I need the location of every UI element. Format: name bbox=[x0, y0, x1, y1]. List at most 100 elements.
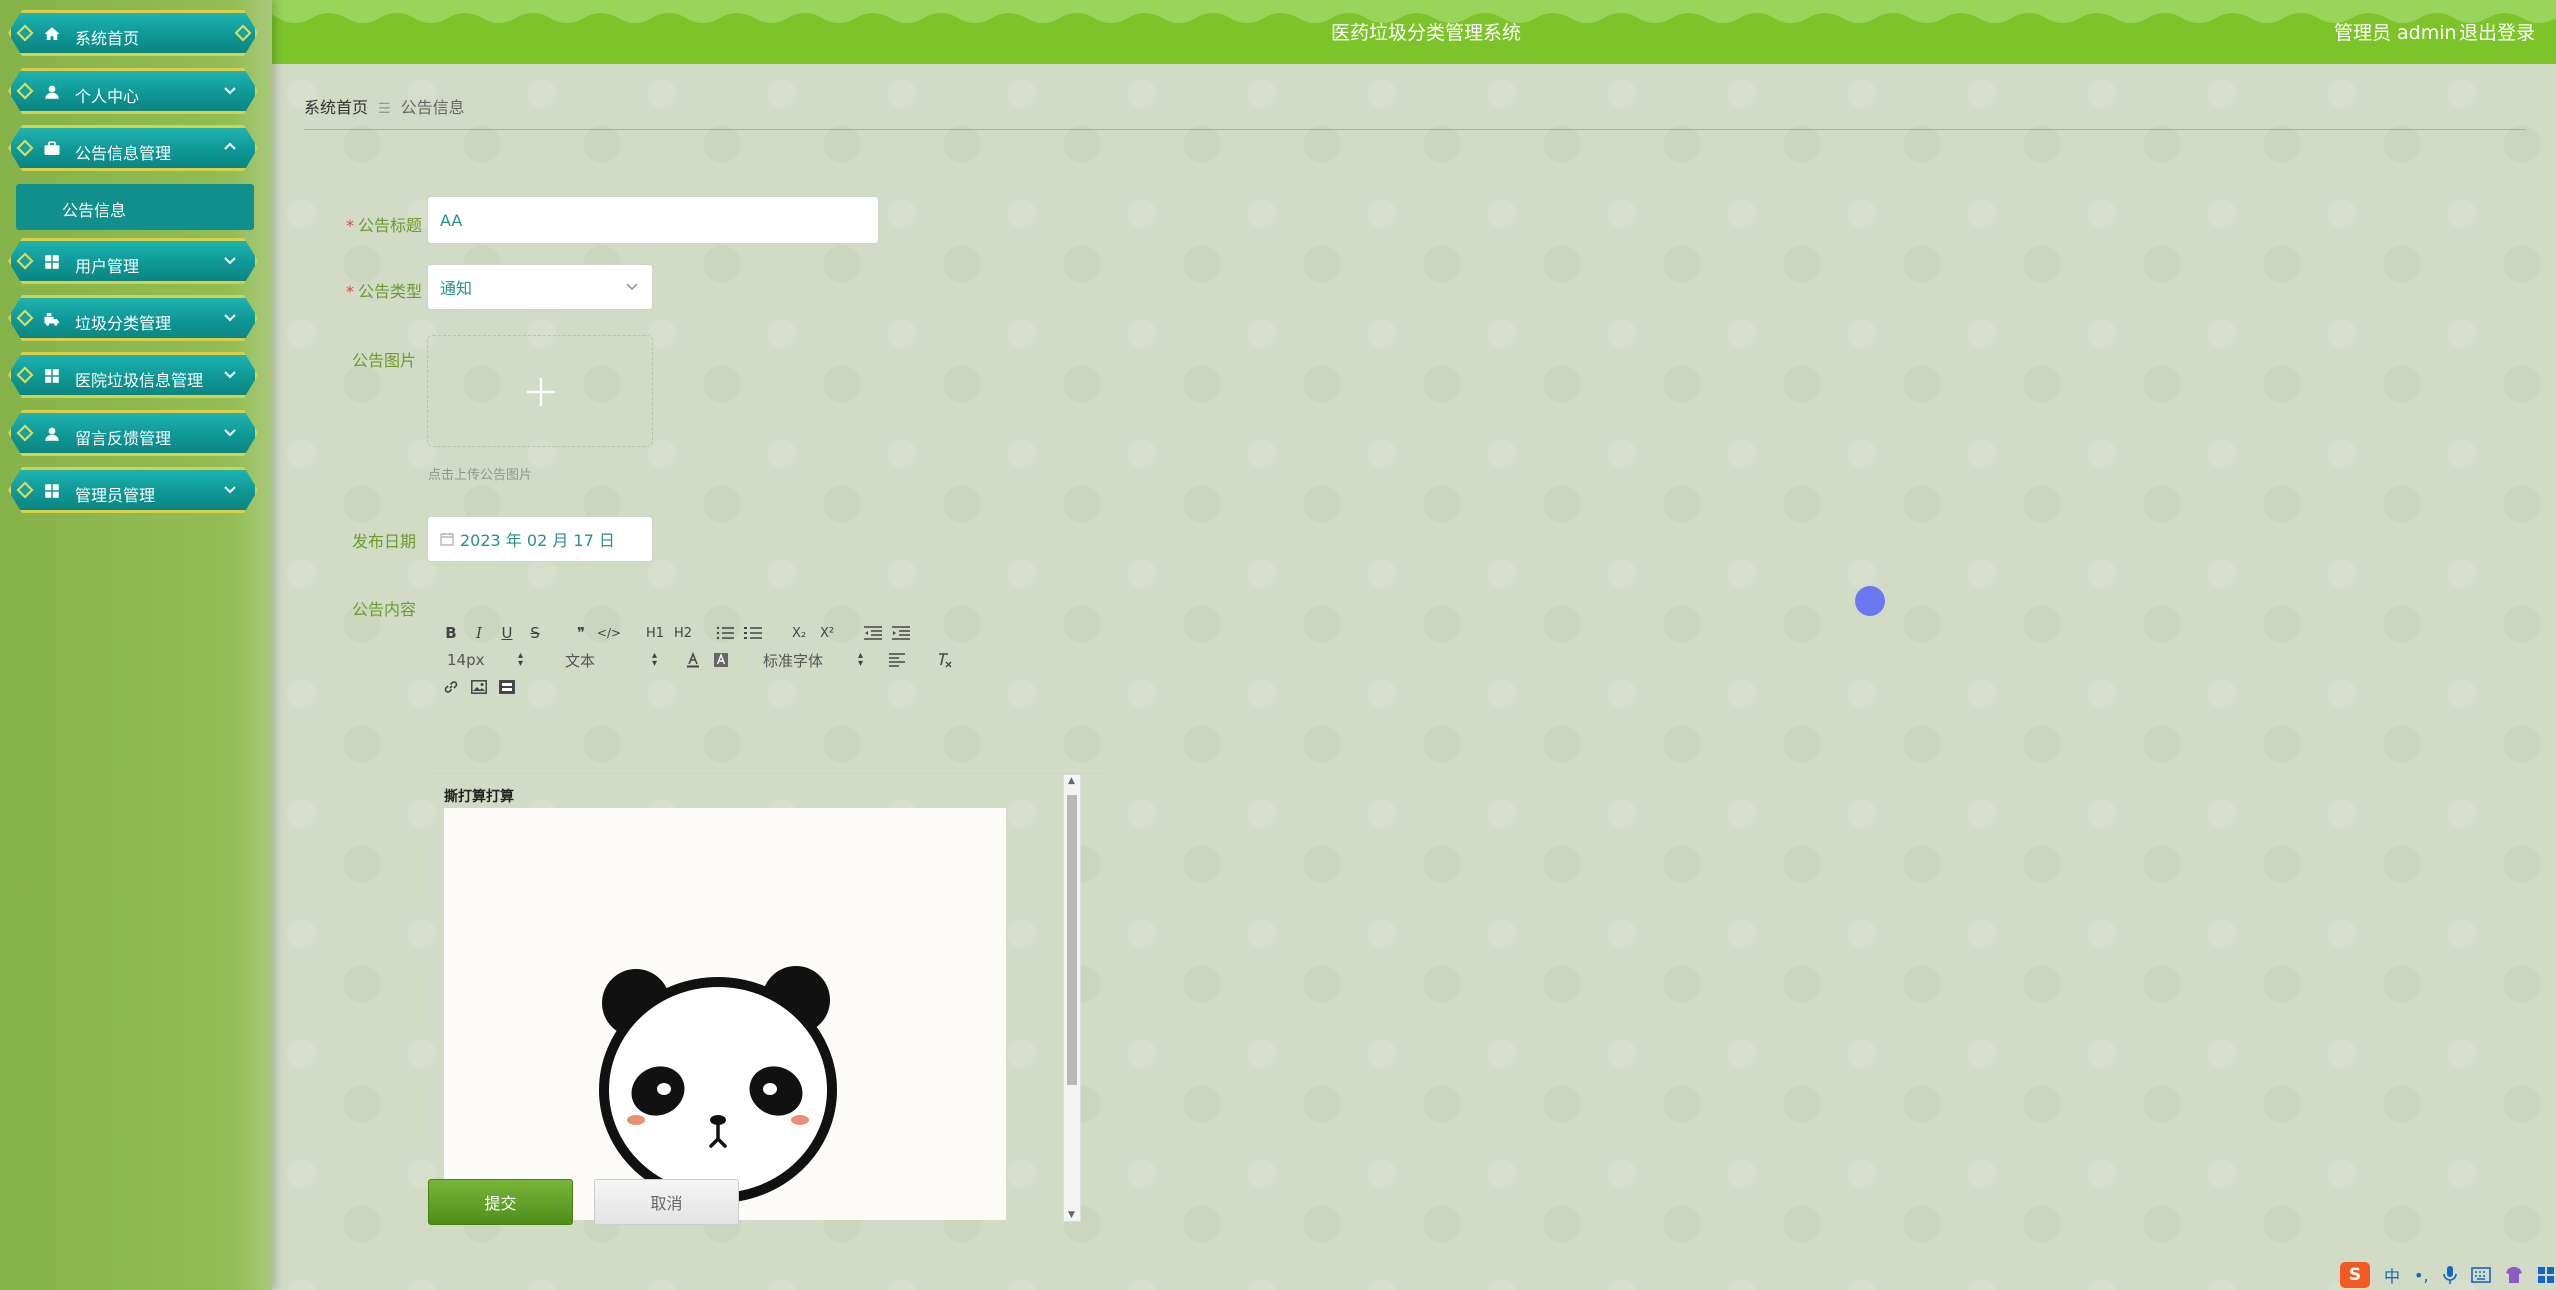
date-picker[interactable]: 2023 年 02 月 17 日 bbox=[427, 516, 653, 562]
font-size-value: 14px bbox=[447, 651, 485, 669]
image-icon bbox=[471, 680, 487, 694]
image-upload-area[interactable] bbox=[427, 335, 653, 447]
clear-format-button[interactable] bbox=[931, 648, 959, 672]
grid-icon bbox=[43, 253, 61, 271]
sidebar-item-admin-management[interactable]: 管理员管理 bbox=[8, 467, 258, 513]
font-color-icon bbox=[687, 652, 699, 668]
breadcrumb-home[interactable]: 系统首页 bbox=[304, 98, 368, 117]
h2-button[interactable]: H2 bbox=[669, 621, 697, 645]
sidebar-item-users[interactable]: 用户管理 bbox=[8, 238, 258, 284]
align-button[interactable] bbox=[883, 648, 911, 672]
date-label: 发布日期 bbox=[351, 532, 416, 551]
grid-icon bbox=[43, 482, 61, 500]
sidebar-item-label: 留言反馈管理 bbox=[75, 429, 172, 448]
scroll-thumb[interactable] bbox=[1067, 795, 1077, 1085]
h1-button[interactable]: H1 bbox=[641, 621, 669, 645]
sogou-ime-icon[interactable]: S bbox=[2340, 1262, 2370, 1288]
code-block-button[interactable]: </> bbox=[595, 621, 623, 645]
bullet-list-button[interactable] bbox=[739, 621, 767, 645]
upload-tip: 点击上传公告图片 bbox=[428, 468, 533, 483]
content-label: 公告内容 bbox=[351, 600, 416, 619]
superscript-button[interactable]: X² bbox=[813, 621, 841, 645]
sidebar-item-label: 个人中心 bbox=[75, 87, 140, 106]
type-label: * 公告类型 bbox=[345, 282, 422, 301]
outdent-button[interactable] bbox=[859, 621, 887, 645]
calendar-icon bbox=[440, 533, 454, 546]
font-size-picker[interactable]: 14px ▴ ▾ bbox=[437, 651, 533, 670]
strikethrough-button[interactable]: S bbox=[521, 621, 549, 645]
indent-button[interactable] bbox=[887, 621, 915, 645]
menu-ornament bbox=[17, 253, 34, 270]
underline-button[interactable]: U bbox=[493, 621, 521, 645]
submit-button[interactable]: 提交 bbox=[428, 1179, 573, 1225]
subscript-button[interactable]: X₂ bbox=[785, 621, 813, 645]
keyboard-icon[interactable] bbox=[2470, 1267, 2491, 1283]
ordered-list-icon bbox=[716, 626, 734, 640]
main-content: 系统首页 ☰ 公告信息 * 公告标题 AA * 公告类型 通知 公告图片 点击上传公告图… bbox=[272, 64, 2556, 1290]
chevron-down-icon bbox=[223, 425, 237, 439]
ordered-list-button[interactable] bbox=[711, 621, 739, 645]
updown-arrow-icon: ▴ ▾ bbox=[651, 650, 657, 669]
sidebar-item-label: 用户管理 bbox=[75, 257, 140, 276]
background-color-button[interactable] bbox=[707, 648, 735, 672]
chevron-down-icon bbox=[223, 83, 237, 97]
sidebar-item-label: 医院垃圾信息管理 bbox=[75, 371, 204, 390]
breadcrumb-divider bbox=[304, 129, 2526, 130]
microphone-icon[interactable] bbox=[2442, 1265, 2457, 1285]
bold-button[interactable]: B bbox=[437, 621, 465, 645]
sidebar-item-notice-management[interactable]: 公告信息管理 bbox=[8, 125, 258, 171]
editor-scrollbar[interactable]: ▲ ▼ bbox=[1063, 774, 1081, 1222]
user-icon bbox=[43, 83, 61, 101]
date-value: 2023 年 02 月 17 日 bbox=[460, 531, 615, 550]
sidebar: 系统首页 个人中心 公告信息管理 公告信息 用户管理 垃圾分类管理 医院垃圾信息… bbox=[0, 0, 272, 1290]
ime-toolbar: S 中 •, bbox=[2340, 1262, 2555, 1288]
title-input[interactable]: AA bbox=[427, 196, 879, 244]
image-button[interactable] bbox=[465, 675, 493, 699]
page-title: 医药垃圾分类管理系统 bbox=[1331, 22, 1522, 44]
editor-content-area[interactable]: 撕打算打算 ▲ ▼ bbox=[427, 773, 1107, 1222]
sidebar-item-hospital-waste[interactable]: 医院垃圾信息管理 bbox=[8, 352, 258, 398]
font-family-value: 标准字体 bbox=[763, 651, 824, 670]
cancel-button[interactable]: 取消 bbox=[594, 1179, 739, 1225]
heading-picker[interactable]: 文本 ▴ ▾ bbox=[555, 650, 665, 671]
toolbox-grid-icon[interactable] bbox=[2537, 1266, 2555, 1284]
top-header: 医药垃圾分类管理系统 管理员 admin 退出登录 bbox=[272, 0, 2556, 64]
plus-icon bbox=[527, 378, 555, 406]
blockquote-button[interactable]: ❞ bbox=[567, 621, 595, 645]
scroll-up-icon[interactable]: ▲ bbox=[1068, 776, 1075, 786]
chevron-down-icon bbox=[223, 367, 237, 381]
ime-language-toggle[interactable]: 中 bbox=[2384, 1263, 2400, 1287]
logout-link[interactable]: 退出登录 bbox=[2459, 18, 2535, 45]
cursor-highlight bbox=[1855, 586, 1885, 616]
video-icon bbox=[499, 680, 515, 694]
skin-icon[interactable] bbox=[2505, 1266, 2523, 1284]
font-color-button[interactable] bbox=[679, 648, 707, 672]
italic-button[interactable]: I bbox=[465, 621, 493, 645]
sidebar-item-waste-classification[interactable]: 垃圾分类管理 bbox=[8, 295, 258, 341]
background-color-icon bbox=[714, 653, 728, 667]
user-role-label: 管理员 admin bbox=[2334, 22, 2457, 44]
editor-toolbar-row-1: B I U S ❞ </> H1 H2 X₂ X² bbox=[437, 621, 915, 645]
video-button[interactable] bbox=[493, 675, 521, 699]
link-icon bbox=[444, 681, 458, 693]
scroll-down-icon[interactable]: ▼ bbox=[1068, 1210, 1075, 1220]
sidebar-item-home[interactable]: 系统首页 bbox=[8, 10, 258, 56]
align-left-icon bbox=[889, 653, 905, 667]
indent-icon bbox=[892, 626, 910, 640]
menu-ornament bbox=[235, 25, 252, 42]
type-select-value: 通知 bbox=[440, 279, 473, 298]
font-family-picker[interactable]: 标准字体 ▴ ▾ bbox=[753, 650, 871, 671]
menu-ornament bbox=[17, 367, 34, 384]
sidebar-item-feedback[interactable]: 留言反馈管理 bbox=[8, 410, 258, 456]
chevron-down-icon bbox=[223, 310, 237, 324]
link-button[interactable] bbox=[437, 675, 465, 699]
menu-ornament bbox=[17, 425, 34, 442]
menu-ornament bbox=[17, 25, 34, 42]
chevron-down-icon bbox=[223, 253, 237, 267]
ime-punctuation-toggle[interactable]: •, bbox=[2414, 1266, 2429, 1285]
sidebar-item-profile[interactable]: 个人中心 bbox=[8, 68, 258, 114]
user-icon bbox=[43, 425, 61, 443]
sidebar-subitem-notice-info[interactable]: 公告信息 bbox=[16, 184, 254, 230]
editor-text: 撕打算打算 bbox=[444, 789, 514, 805]
type-select[interactable]: 通知 bbox=[427, 264, 653, 310]
